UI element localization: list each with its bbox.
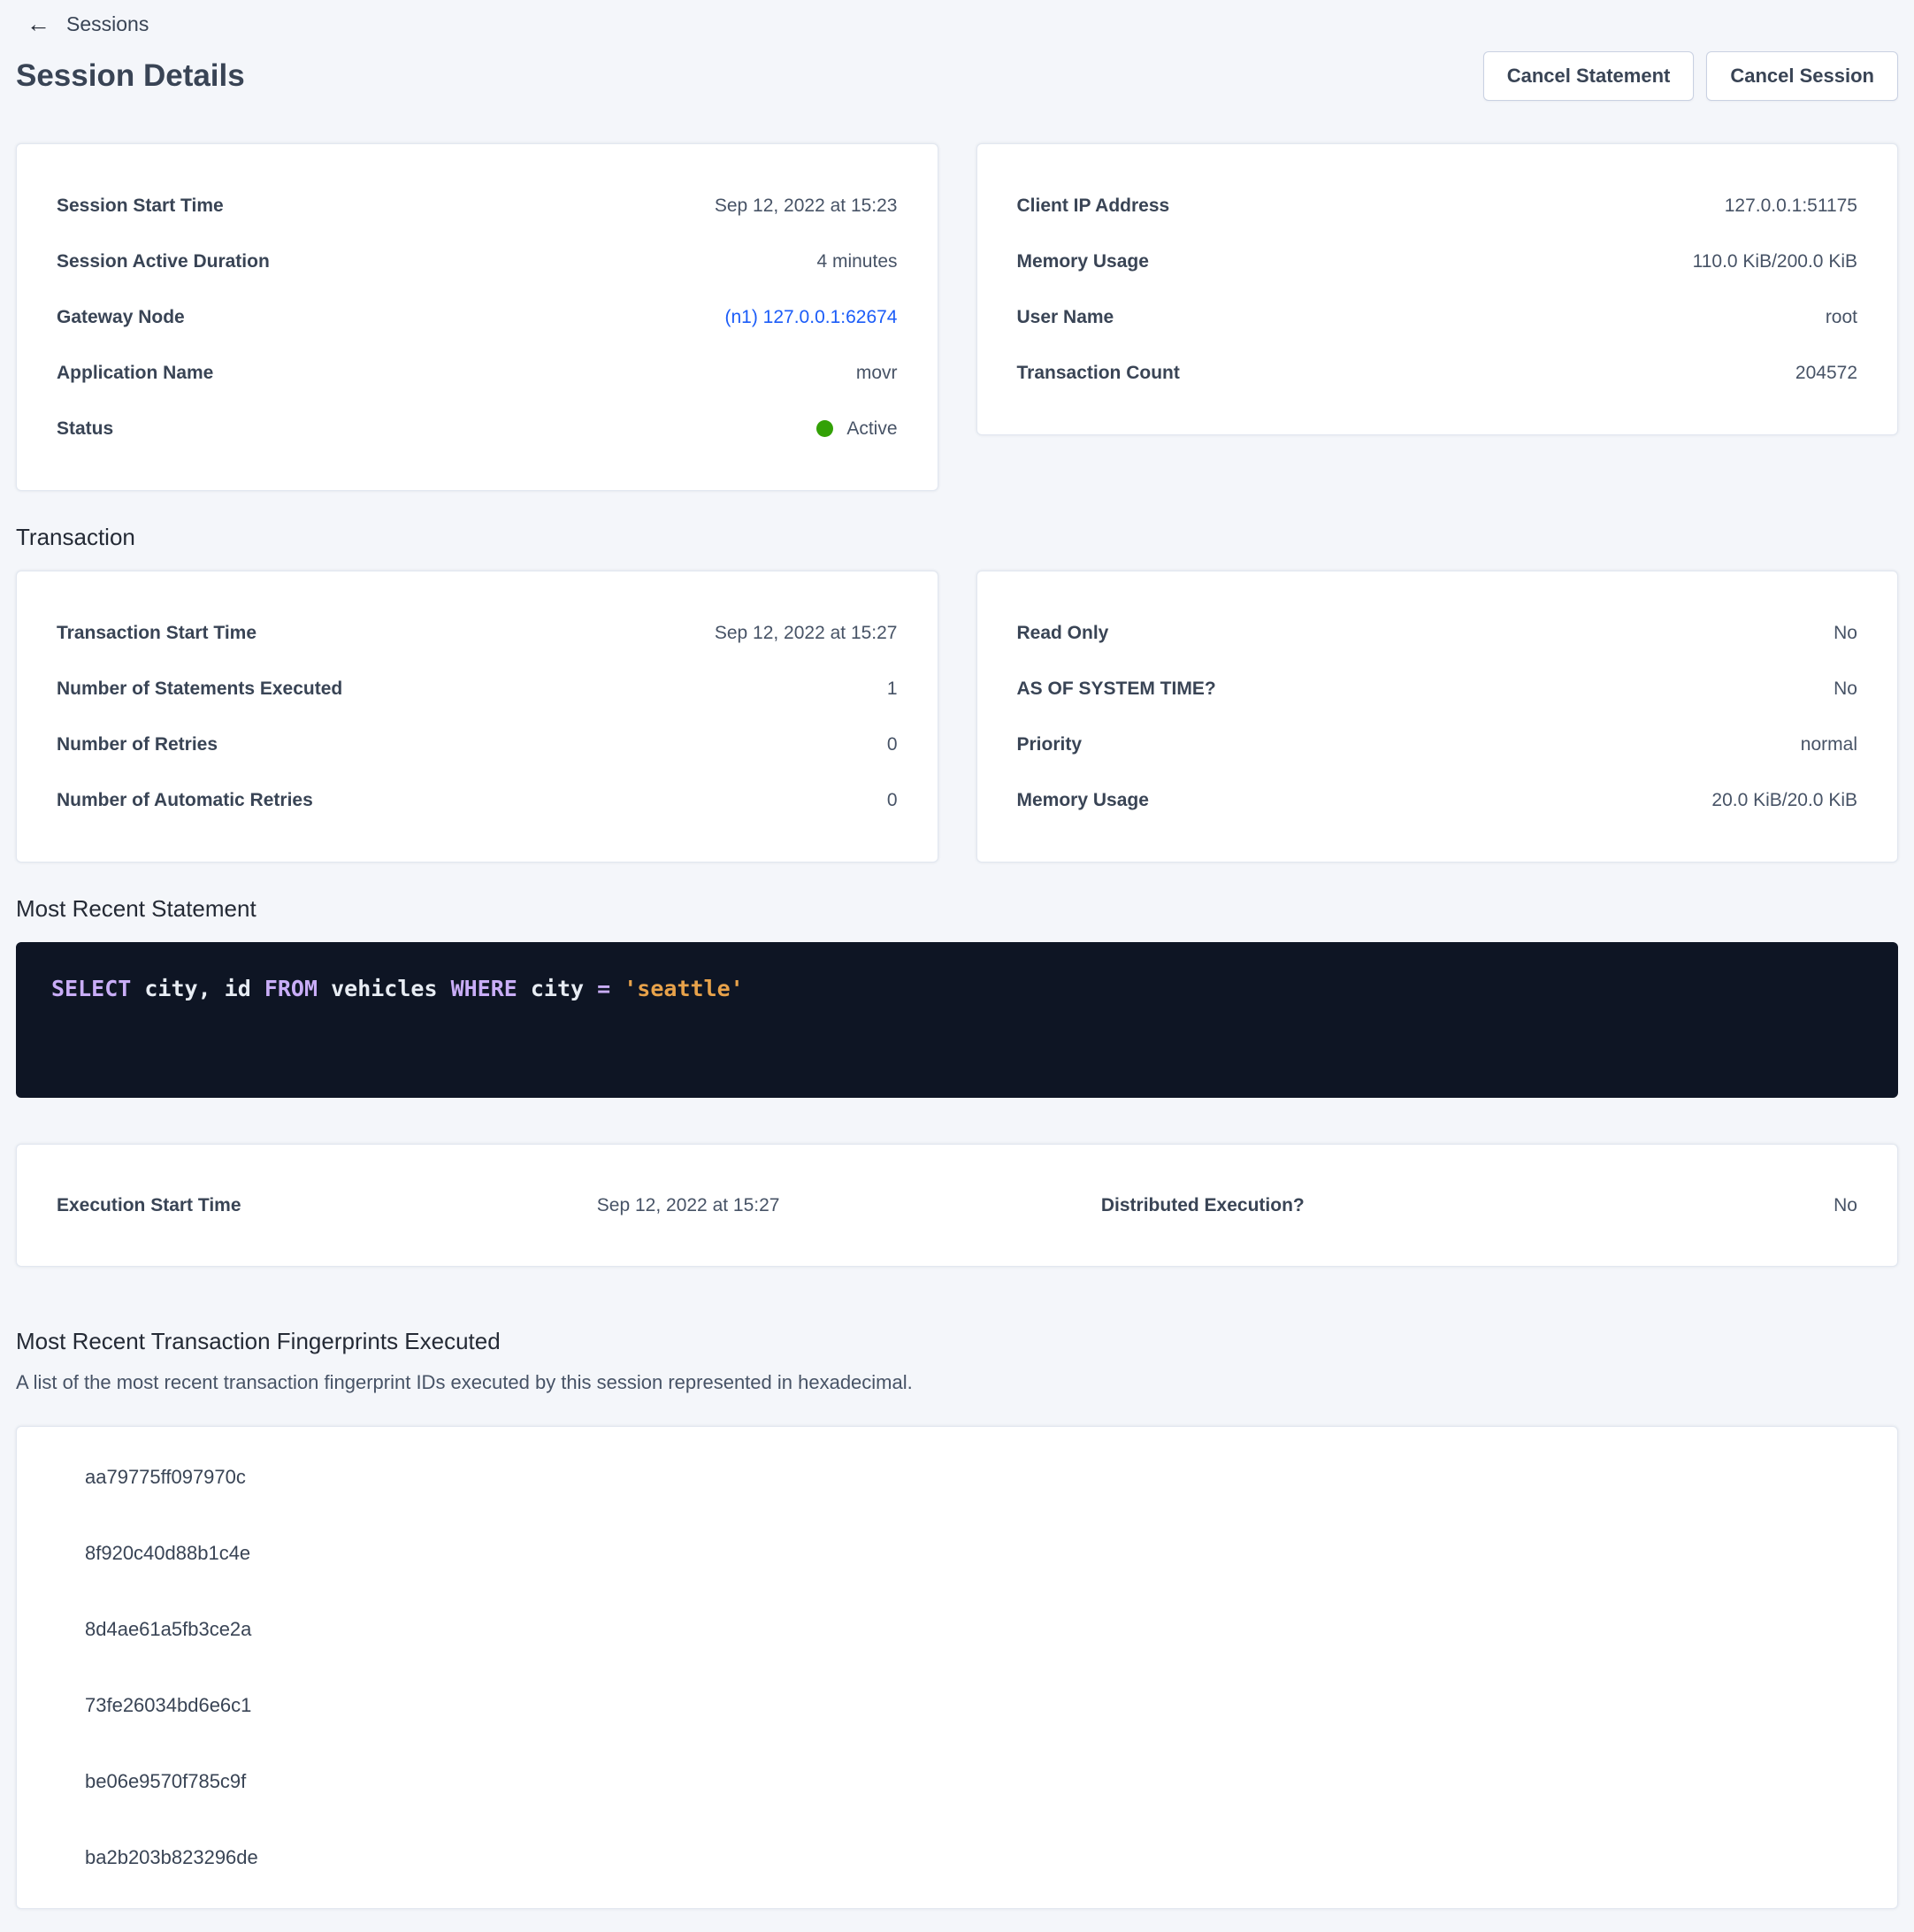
- row-value: Sep 12, 2022 at 15:27: [715, 623, 898, 644]
- fingerprint-item: ba2b203b823296de: [17, 1820, 1897, 1896]
- sql-statement-box: SELECT city, id FROM vehicles WHERE city…: [16, 942, 1898, 1098]
- row-value: 4 minutes: [816, 251, 897, 272]
- page-title: Session Details: [16, 58, 245, 94]
- sql-token: FROM: [264, 976, 318, 1001]
- sql-token: city: [517, 976, 597, 1001]
- row-value: 1: [887, 678, 898, 700]
- sql-token: 'seattle': [624, 976, 743, 1001]
- application-name-row: Application Name movr: [57, 345, 898, 401]
- sql-token: vehicles: [318, 976, 451, 1001]
- row-label: Memory Usage: [1017, 251, 1149, 272]
- row-value: root: [1826, 307, 1857, 328]
- row-label: Number of Automatic Retries: [57, 790, 313, 811]
- automatic-retries-row: Number of Automatic Retries 0: [57, 772, 898, 828]
- fingerprints-heading: Most Recent Transaction Fingerprints Exe…: [16, 1327, 1898, 1355]
- transaction-summary-row: Transaction Start Time Sep 12, 2022 at 1…: [16, 571, 1898, 862]
- row-label: Transaction Start Time: [57, 623, 256, 644]
- row-label: Session Active Duration: [57, 251, 270, 272]
- gateway-node-link[interactable]: (n1) 127.0.0.1:62674: [725, 307, 898, 328]
- row-label: Transaction Count: [1017, 363, 1180, 384]
- fingerprints-card: aa79775ff097970c 8f920c40d88b1c4e 8d4ae6…: [16, 1426, 1898, 1909]
- row-label: Number of Retries: [57, 734, 218, 755]
- execution-summary-card: Execution Start Time Sep 12, 2022 at 15:…: [16, 1144, 1898, 1267]
- session-info-card-left: Session Start Time Sep 12, 2022 at 15:23…: [16, 143, 938, 491]
- fingerprint-item: 73fe26034bd6e6c1: [17, 1668, 1897, 1744]
- sql-token: city, id: [131, 976, 264, 1001]
- sql-token: SELECT: [51, 976, 131, 1001]
- transaction-section-heading: Transaction: [16, 523, 1898, 551]
- row-value: 204572: [1795, 363, 1857, 384]
- read-only-row: Read Only No: [1017, 605, 1858, 661]
- transaction-count-row: Transaction Count 204572: [1017, 345, 1858, 401]
- retries-row: Number of Retries 0: [57, 717, 898, 772]
- session-details-page: ← Sessions Session Details Cancel Statem…: [0, 0, 1914, 1932]
- txn-memory-usage-row: Memory Usage 20.0 KiB/20.0 KiB: [1017, 772, 1858, 828]
- execution-start-time-value: Sep 12, 2022 at 15:27: [597, 1195, 1101, 1216]
- sql-token: WHERE: [451, 976, 517, 1001]
- execution-summary-row: Execution Start Time Sep 12, 2022 at 15:…: [57, 1182, 1857, 1229]
- row-value: 127.0.0.1:51175: [1725, 196, 1857, 217]
- client-ip-row: Client IP Address 127.0.0.1:51175: [1017, 178, 1858, 234]
- breadcrumb-back-sessions[interactable]: ← Sessions: [16, 9, 149, 39]
- cancel-session-button[interactable]: Cancel Session: [1706, 51, 1898, 101]
- cancel-statement-button[interactable]: Cancel Statement: [1483, 51, 1695, 101]
- session-summary-row: Session Start Time Sep 12, 2022 at 15:23…: [16, 143, 1898, 491]
- transaction-card-left: Transaction Start Time Sep 12, 2022 at 1…: [16, 571, 938, 862]
- status-badge: Active: [816, 418, 897, 440]
- row-value: movr: [856, 363, 898, 384]
- row-value: No: [1834, 678, 1857, 700]
- session-active-duration-row: Session Active Duration 4 minutes: [57, 234, 898, 289]
- row-label: Client IP Address: [1017, 196, 1170, 217]
- gateway-node-row: Gateway Node (n1) 127.0.0.1:62674: [57, 289, 898, 345]
- row-label: Session Start Time: [57, 196, 224, 217]
- transaction-card-right: Read Only No AS OF SYSTEM TIME? No Prior…: [976, 571, 1899, 862]
- row-value: 110.0 KiB/200.0 KiB: [1693, 251, 1857, 272]
- statements-executed-row: Number of Statements Executed 1: [57, 661, 898, 717]
- row-label: AS OF SYSTEM TIME?: [1017, 678, 1216, 700]
- row-value: Sep 12, 2022 at 15:23: [715, 196, 898, 217]
- breadcrumb-label: Sessions: [66, 12, 149, 36]
- as-of-system-time-row: AS OF SYSTEM TIME? No: [1017, 661, 1858, 717]
- fingerprint-item: 8d4ae61a5fb3ce2a: [17, 1591, 1897, 1668]
- header-buttons: Cancel Statement Cancel Session: [1483, 51, 1898, 101]
- fingerprints-description: A list of the most recent transaction fi…: [16, 1369, 1898, 1396]
- session-start-time-row: Session Start Time Sep 12, 2022 at 15:23: [57, 178, 898, 234]
- most-recent-statement-heading: Most Recent Statement: [16, 894, 1898, 923]
- row-value: No: [1834, 623, 1857, 644]
- fingerprint-item: 8f920c40d88b1c4e: [17, 1515, 1897, 1591]
- row-label: Priority: [1017, 734, 1083, 755]
- distributed-execution-value: No: [1569, 1195, 1857, 1216]
- status-row: Status Active: [57, 401, 898, 456]
- transaction-start-time-row: Transaction Start Time Sep 12, 2022 at 1…: [57, 605, 898, 661]
- user-name-row: User Name root: [1017, 289, 1858, 345]
- row-label: Status: [57, 418, 113, 440]
- arrow-left-icon: ←: [27, 12, 50, 36]
- row-label: Application Name: [57, 363, 213, 384]
- row-value: normal: [1801, 734, 1857, 755]
- row-label: User Name: [1017, 307, 1114, 328]
- row-value: 0: [887, 734, 898, 755]
- row-value: 0: [887, 790, 898, 811]
- memory-usage-row: Memory Usage 110.0 KiB/200.0 KiB: [1017, 234, 1858, 289]
- row-value: 20.0 KiB/20.0 KiB: [1711, 790, 1857, 811]
- priority-row: Priority normal: [1017, 717, 1858, 772]
- status-value: Active: [846, 418, 897, 440]
- row-label: Number of Statements Executed: [57, 678, 342, 700]
- execution-start-time-label: Execution Start Time: [57, 1195, 597, 1216]
- sql-token: =: [597, 976, 624, 1001]
- status-active-dot-icon: [816, 420, 833, 437]
- fingerprint-item: aa79775ff097970c: [17, 1439, 1897, 1515]
- fingerprint-item: be06e9570f785c9f: [17, 1744, 1897, 1820]
- distributed-execution-label: Distributed Execution?: [1101, 1195, 1569, 1216]
- row-label: Gateway Node: [57, 307, 185, 328]
- page-header: Session Details Cancel Statement Cancel …: [16, 51, 1898, 101]
- row-label: Read Only: [1017, 623, 1109, 644]
- row-label: Memory Usage: [1017, 790, 1149, 811]
- session-info-card-right: Client IP Address 127.0.0.1:51175 Memory…: [976, 143, 1899, 435]
